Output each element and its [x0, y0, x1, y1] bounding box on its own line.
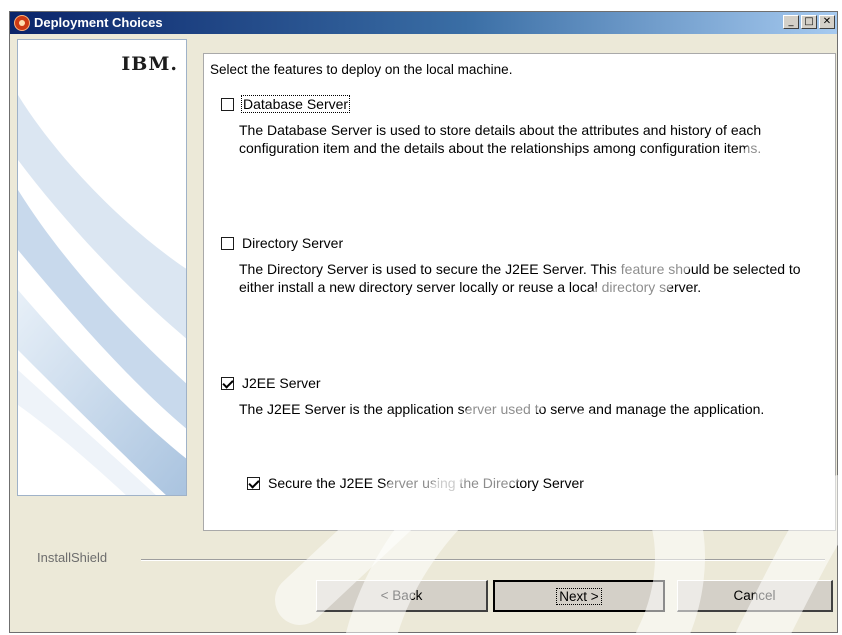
cancel-button-label: Cancel — [733, 588, 776, 603]
secure-j2ee-option[interactable]: Secure the J2EE Server using the Directo… — [247, 475, 584, 491]
cancel-button[interactable]: Cancel — [677, 580, 833, 612]
minimize-icon[interactable]: _ — [783, 15, 799, 29]
database-server-label: Database Server — [240, 95, 351, 113]
window-title: Deployment Choices — [34, 15, 163, 30]
next-button[interactable]: Next > — [493, 580, 665, 612]
installshield-brand: InstallShield — [37, 550, 108, 565]
back-button-label: < Back — [380, 588, 423, 603]
checkbox-icon[interactable] — [221, 97, 234, 111]
maximize-icon[interactable]: □ — [801, 15, 817, 29]
j2ee-server-label: J2EE Server — [242, 375, 321, 391]
intro-text: Select the features to deploy on the loc… — [210, 62, 513, 77]
installer-window: Deployment Choices _ □ ✕ IBM. Select the… — [9, 11, 838, 633]
close-icon[interactable]: ✕ — [819, 15, 835, 29]
secure-j2ee-label: Secure the J2EE Server using the Directo… — [268, 475, 584, 491]
footer-divider — [141, 559, 825, 561]
features-panel: Select the features to deploy on the loc… — [203, 53, 836, 531]
checkbox-icon[interactable] — [247, 476, 260, 490]
checkbox-icon[interactable] — [221, 236, 234, 250]
back-button[interactable]: < Back — [316, 580, 488, 612]
directory-server-label: Directory Server — [242, 235, 344, 251]
title-bar[interactable]: Deployment Choices _ □ ✕ — [10, 12, 837, 34]
swoosh-graphic — [18, 95, 186, 495]
next-button-label: Next > — [556, 587, 602, 605]
database-server-description: The Database Server is used to store det… — [239, 122, 762, 156]
checkbox-icon[interactable] — [221, 376, 234, 390]
side-panel: IBM. — [17, 39, 187, 496]
j2ee-server-description: The J2EE Server is the application serve… — [239, 401, 765, 417]
app-icon — [14, 15, 30, 31]
directory-server-description: The Directory Server is used to secure t… — [239, 261, 801, 295]
database-server-option[interactable]: Database Server — [221, 95, 351, 113]
ibm-logo: IBM. — [121, 53, 178, 75]
j2ee-server-option[interactable]: J2EE Server — [221, 375, 321, 391]
window-controls: _ □ ✕ — [783, 15, 835, 29]
directory-server-option[interactable]: Directory Server — [221, 235, 343, 251]
